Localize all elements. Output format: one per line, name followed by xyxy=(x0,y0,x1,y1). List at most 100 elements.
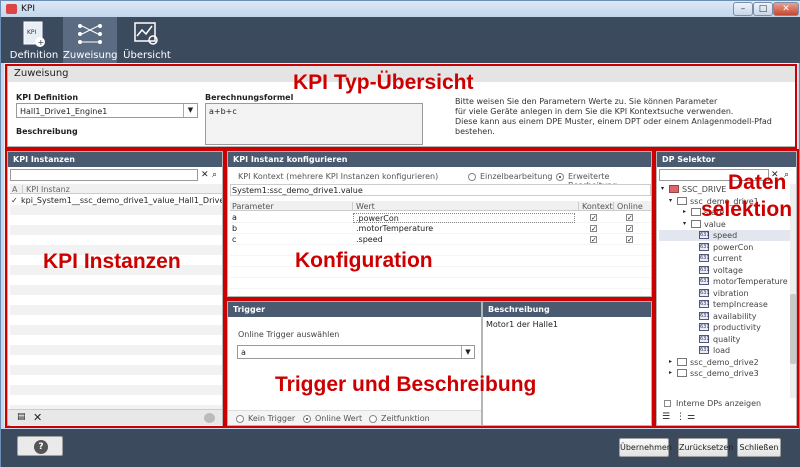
mode-single-radio[interactable] xyxy=(468,173,476,181)
param-value[interactable]: .powerCon xyxy=(353,213,575,223)
kontext-checkbox[interactable]: ✓ xyxy=(590,225,597,233)
mode-extended-radio[interactable] xyxy=(556,173,564,181)
reset-button[interactable]: Zurücksetzen xyxy=(678,438,733,457)
clear-icon[interactable]: ✕ xyxy=(201,169,210,181)
svg-text:KPI: KPI xyxy=(27,29,37,36)
kpi-definition-value: Hall1_Drive1_Engine1 xyxy=(20,107,108,116)
table-row[interactable]: c .speed ✓ ✓ xyxy=(230,235,651,245)
expand-toggle-icon[interactable]: ▸ xyxy=(669,369,672,376)
tree-node[interactable]: 631 current xyxy=(659,253,791,264)
online-checkbox[interactable]: ✓ xyxy=(626,214,633,222)
tree-view-icon[interactable]: ⋮ xyxy=(676,412,685,422)
tree-node[interactable]: ▸ ssc_demo_drive3 xyxy=(659,368,791,379)
tree-node[interactable]: 631 vibration xyxy=(659,288,791,299)
kontext-checkbox[interactable]: ✓ xyxy=(590,214,597,222)
internal-dps-label[interactable]: Interne DPs anzeigen xyxy=(676,399,761,408)
list-view-icon[interactable]: ☰ xyxy=(662,412,670,422)
internal-dps-checkbox[interactable] xyxy=(664,400,671,407)
maximize-button[interactable]: □ xyxy=(753,2,773,16)
toolbar-uebersicht-label: Übersicht xyxy=(123,50,171,61)
svg-text:+: + xyxy=(38,38,45,47)
table-row[interactable]: b .motorTemperature ✓ ✓ xyxy=(230,224,651,234)
zeitfunktion-label[interactable]: Zeitfunktion xyxy=(381,414,430,423)
tree-node-label: motorTemperature xyxy=(713,277,788,286)
online-checkbox[interactable]: ✓ xyxy=(626,225,633,233)
tree-node-label: tempIncrease xyxy=(713,300,768,309)
kein-trigger-radio[interactable] xyxy=(236,415,244,423)
expand-toggle-icon[interactable]: ▸ xyxy=(683,208,686,215)
tree-node[interactable]: 631 voltage xyxy=(659,265,791,276)
mode-single-label[interactable]: Einzelbearbeitung xyxy=(480,172,552,181)
col-a-header[interactable]: A xyxy=(12,185,17,194)
context-value: System1:ssc_demo_drive1.value xyxy=(232,186,363,195)
toolbar-definition[interactable]: KPI + Definition xyxy=(7,17,61,63)
dpe-icon: 631 xyxy=(699,334,710,343)
tree-node-label: quality xyxy=(713,334,741,344)
list-item[interactable]: ✓ kpi_System1__ssc_demo_drive1_value_Hal… xyxy=(10,196,222,206)
dpe-icon: 631 xyxy=(699,311,710,320)
description-panel: Beschreibung Motor1 der Halle1 xyxy=(482,301,652,426)
chevron-down-icon[interactable]: ▼ xyxy=(461,346,474,358)
tree-node-label: ssc_demo_drive2 xyxy=(690,357,759,367)
help-button[interactable]: ? xyxy=(17,436,63,456)
kontext-checkbox[interactable]: ✓ xyxy=(590,236,597,244)
chevron-down-icon[interactable]: ▼ xyxy=(183,104,197,117)
tree-node[interactable]: 631 load xyxy=(659,345,791,356)
expand-toggle-icon[interactable]: ▾ xyxy=(683,220,686,227)
instances-search-input[interactable] xyxy=(10,169,198,181)
search-icon[interactable]: ⌕ xyxy=(212,169,222,181)
instance-name: kpi_System1__ssc_demo_drive1_value_Hall1… xyxy=(21,196,222,205)
online-trigger-select[interactable]: a ▼ xyxy=(237,345,475,359)
close-button[interactable]: Schließen xyxy=(737,438,781,457)
tree-node-label: voltage xyxy=(713,265,743,275)
kpi-window: KPI – □ ✕ KPI + Definition Zuweisung Übe… xyxy=(0,0,800,467)
param-value[interactable]: .motorTemperature xyxy=(353,224,433,233)
kpi-instances-header: KPI Instanzen xyxy=(8,152,222,167)
folder-icon xyxy=(691,208,701,216)
expand-toggle-icon[interactable]: ▾ xyxy=(669,197,672,204)
online-checkbox[interactable]: ✓ xyxy=(626,236,633,244)
kein-trigger-label[interactable]: Kein Trigger xyxy=(248,414,295,423)
save-icon[interactable]: ▤ xyxy=(17,412,26,422)
expand-toggle-icon[interactable]: ▸ xyxy=(669,358,672,365)
tree-node[interactable]: 631 speed xyxy=(659,230,791,241)
close-window-button[interactable]: ✕ xyxy=(773,2,799,16)
params-table-header: Parameter Wert Kontext Online xyxy=(230,201,651,211)
hierarchy-view-icon[interactable]: ⚌ xyxy=(687,412,695,422)
online-wert-radio[interactable] xyxy=(303,415,311,423)
toolbar-zuweisung[interactable]: Zuweisung xyxy=(63,17,118,63)
tree-node-label: vibration xyxy=(713,288,749,298)
minimize-button[interactable]: – xyxy=(733,2,753,16)
zeitfunktion-radio[interactable] xyxy=(369,415,377,423)
tree-node[interactable]: 631 quality xyxy=(659,334,791,345)
dpe-icon: 631 xyxy=(699,346,710,354)
description-textarea[interactable]: Motor1 der Halle1 xyxy=(484,318,650,424)
tree-node[interactable]: 631 motorTemperature xyxy=(659,276,791,287)
param-value[interactable]: .speed xyxy=(353,235,383,244)
checked-icon[interactable]: ✓ xyxy=(11,196,18,205)
context-input[interactable]: System1:ssc_demo_drive1.value xyxy=(230,184,651,196)
tree-node[interactable]: 631 tempIncrease xyxy=(659,299,791,310)
toolbar-uebersicht[interactable]: Übersicht xyxy=(119,17,175,63)
tree-node[interactable]: ▸ ssc_demo_drive2 xyxy=(659,357,791,368)
trigger-panel: Trigger Online Trigger auswählen a ▼ Kei… xyxy=(227,301,482,426)
expand-toggle-icon[interactable]: ▾ xyxy=(661,185,664,192)
table-row[interactable]: a .powerCon ✓ ✓ xyxy=(230,213,651,223)
help-text-line: für viele Geräte anlegen in dem Sie die … xyxy=(455,107,734,116)
formula-field[interactable]: a+b+c xyxy=(205,103,423,145)
tree-node-label: ssc_demo_drive3 xyxy=(690,369,759,378)
tree-node[interactable]: 631 productivity xyxy=(659,322,791,333)
apply-button[interactable]: Übernehmen xyxy=(619,438,672,457)
col-kpi-instanz-header[interactable]: KPI Instanz xyxy=(22,185,70,194)
dpe-icon: 631 xyxy=(699,231,710,239)
tree-node[interactable]: 631 availability xyxy=(659,311,791,322)
delete-icon[interactable]: ✕ xyxy=(33,411,42,424)
folder-icon xyxy=(677,369,687,377)
online-wert-label[interactable]: Online Wert xyxy=(315,414,362,423)
kpi-definition-select[interactable]: Hall1_Drive1_Engine1 ▼ xyxy=(16,103,198,118)
title-bar: KPI – □ ✕ xyxy=(1,1,800,17)
tree-node-label: load xyxy=(713,346,731,355)
col-kontext-header: Kontext xyxy=(578,202,613,211)
scrollbar-thumb[interactable] xyxy=(790,294,796,364)
tree-node[interactable]: 631 powerCon xyxy=(659,242,791,253)
